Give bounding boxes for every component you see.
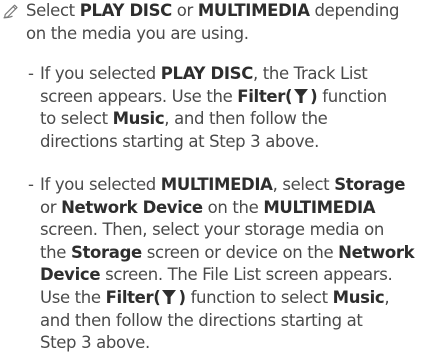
note-paragraph: Select PLAY DISC or MULTIMEDIA depending…	[26, 0, 438, 45]
bold-term: )	[178, 287, 186, 307]
bold-term: Music	[332, 287, 385, 307]
bold-term: PLAY DISC	[160, 64, 254, 83]
bold-term: MULTIMEDIA	[197, 1, 310, 20]
pencil-note-icon	[3, 4, 18, 19]
bold-term: Device	[40, 265, 101, 285]
list-item: - If you selected PLAY DISC, the Track L…	[28, 63, 438, 153]
bold-term: PLAY DISC	[79, 1, 173, 20]
filter-icon	[294, 88, 309, 103]
list-dash: -	[28, 175, 34, 194]
filter-icon	[162, 289, 177, 304]
list-dash: -	[28, 64, 34, 83]
bold-term: Filter(	[237, 86, 293, 106]
bold-term: Network	[338, 242, 415, 262]
bold-term: Filter(	[105, 287, 161, 307]
text-line: If you selected MULTIMEDIA, select Stora…	[40, 175, 406, 194]
bold-term: )	[310, 86, 318, 106]
text-line: Use the Filter() function to select Musi…	[40, 287, 390, 307]
bold-term: MULTIMEDIA	[160, 175, 273, 194]
text-line: screen appears. Use the Filter() functio…	[40, 86, 387, 106]
bold-term: Music	[112, 109, 165, 129]
bold-term: Storage	[70, 242, 142, 262]
text-line: Step 3 above.	[40, 333, 150, 353]
text-line: If you selected PLAY DISC, the Track Lis…	[40, 64, 368, 83]
bold-term: Storage	[334, 175, 406, 194]
list-item: - If you selected MULTIMEDIA, select Sto…	[28, 174, 438, 355]
text-line: the Storage screen or device on the Netw…	[40, 242, 415, 262]
bold-term: Network Device	[61, 197, 203, 217]
text-line: to select Music, and then follow the	[40, 109, 328, 129]
text-line: or Network Device on the MULTIMEDIA	[40, 197, 376, 217]
bold-term: MULTIMEDIA	[263, 197, 376, 217]
text-line: Select PLAY DISC or MULTIMEDIA depending	[26, 1, 400, 20]
text-line: and then follow the directions starting …	[40, 310, 363, 330]
text-line: Device screen. The File List screen appe…	[40, 265, 393, 285]
text-line: directions starting at Step 3 above.	[40, 131, 319, 151]
text-line: on the media you are using.	[26, 23, 249, 43]
text-line: screen. Then, select your storage media …	[40, 220, 385, 240]
